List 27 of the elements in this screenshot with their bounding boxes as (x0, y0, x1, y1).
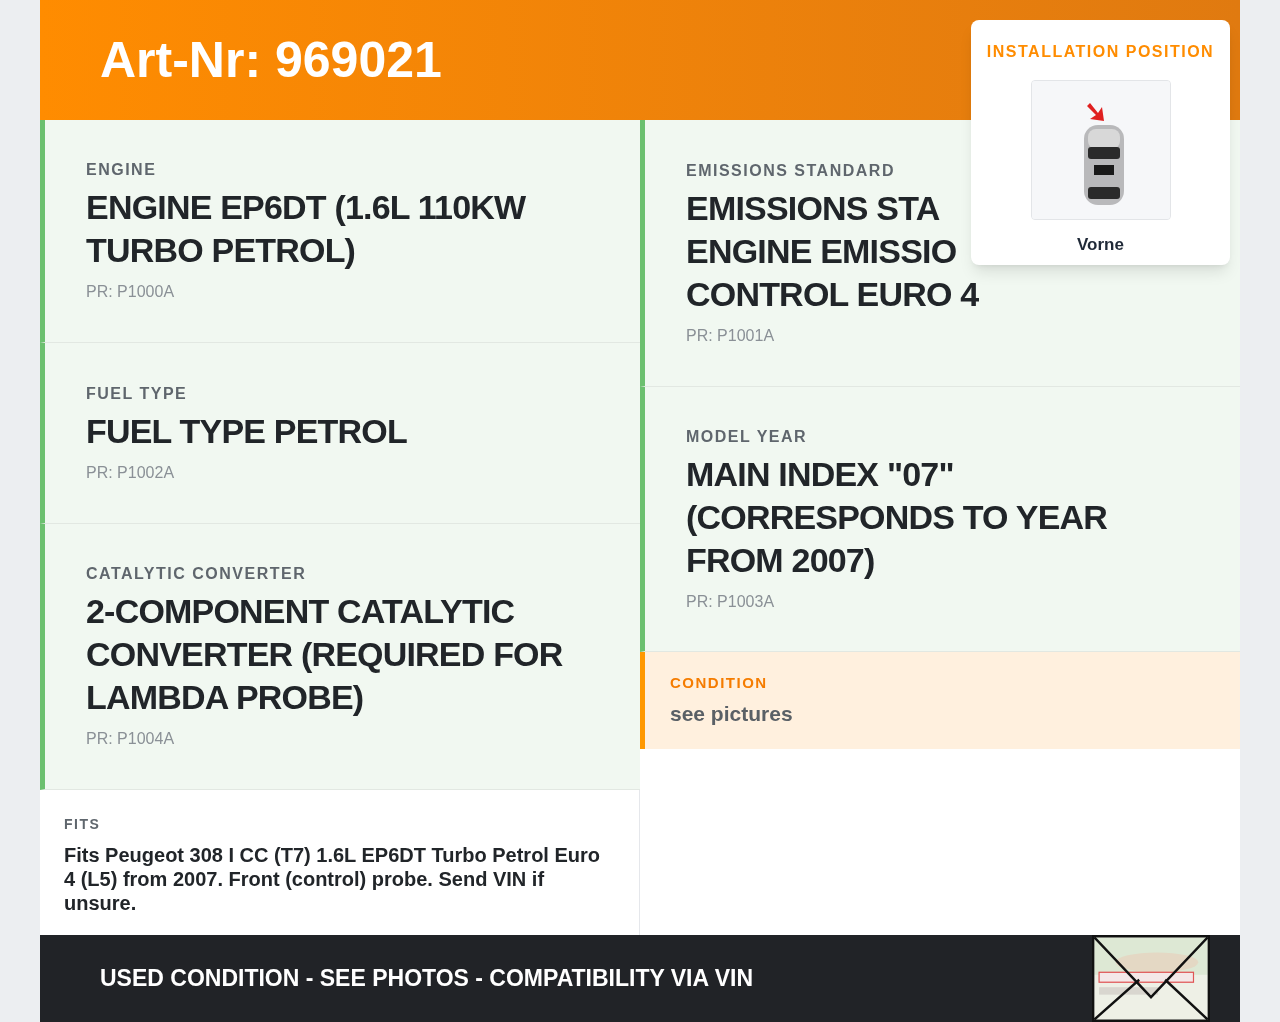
spec-value: (CORRESPONDS TO YEAR (686, 496, 1108, 538)
spec-value: ENGINE EP6DT (1.6L 110KW TURBO PETROL) (86, 187, 527, 271)
spec-code: PR: P1003A (686, 591, 776, 612)
spec-value: 2-COMPONENT CATALYTIC CONVERTER (REQUIRED FOR LAMBDA PROBE) (86, 591, 564, 718)
spec-label: ENGINE (86, 160, 158, 180)
condition-label: CONDITION (670, 672, 769, 693)
spec-value: ENGINE EMISSIO (686, 230, 957, 272)
spec-value: FUEL TYPE PETROL (86, 410, 408, 452)
condition-value: see pictures (670, 701, 794, 727)
installation-title: INSTALLATION POSITION (986, 42, 1215, 62)
spec-code: PR: P1004A (86, 729, 176, 749)
spec-value: EMISSIONS STA (686, 187, 940, 229)
fits-label: FITS (64, 815, 102, 834)
fits-text: Fits Peugeot 308 I CC (T7) 1.6L EP6DT Turbo Petrol Euro 4 (L5) from 2007. Front (control) probe. Send VIN if unsure. (64, 843, 601, 915)
footer-text: USED CONDITION - SEE PHOTOS - COMPATIBILITY VIA VIN (100, 964, 753, 994)
spec-label: CATALYTIC CONVERTER (86, 564, 308, 584)
spec-value: CONTROL EURO 4 (686, 273, 979, 315)
spec-code: PR: P1001A (686, 325, 776, 346)
spec-label: EMISSIONS STANDARD (686, 160, 896, 181)
spec-value: FROM 2007) (686, 539, 875, 581)
spec-label: FUEL TYPE (86, 383, 189, 404)
spec-value: MAIN INDEX "07" (686, 453, 954, 495)
spec-code: PR: P1000A (86, 282, 176, 302)
spec-code: PR: P1002A (86, 462, 176, 483)
article-number: Art-Nr: 969021 (100, 30, 442, 90)
spec-label: MODEL YEAR (686, 426, 809, 447)
installation-position: Vorne (1077, 234, 1124, 256)
